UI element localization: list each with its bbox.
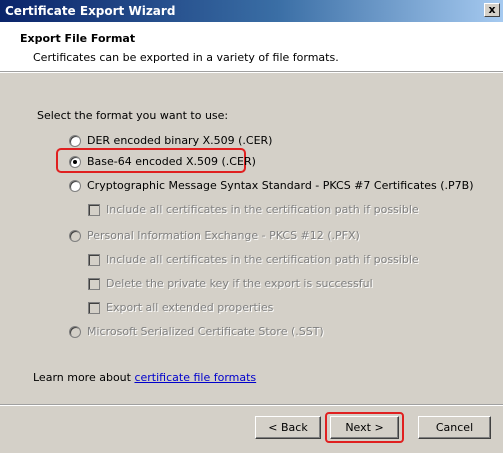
wizard-header: Export File Format Certificates can be e… xyxy=(0,22,503,72)
option-der[interactable]: DER encoded binary X.509 (.CER) xyxy=(69,134,272,147)
cancel-button[interactable]: Cancel xyxy=(418,416,491,439)
der-label: DER encoded binary X.509 (.CER) xyxy=(87,134,273,147)
option-pfx[interactable]: Personal Information Exchange - PKCS #12… xyxy=(69,229,360,242)
footer-divider xyxy=(0,404,503,406)
back-button[interactable]: < Back xyxy=(255,416,321,439)
option-pkcs7[interactable]: Cryptographic Message Syntax Standard - … xyxy=(69,179,474,192)
pkcs7-include-all-checkbox[interactable] xyxy=(88,203,100,216)
option-pfx-export-props[interactable]: Export all extended properties xyxy=(88,301,273,314)
window-title: Certificate Export Wizard xyxy=(5,4,176,18)
learn-more-prefix: Learn more about xyxy=(33,371,135,384)
der-radio[interactable] xyxy=(69,134,81,147)
learn-more-text: Learn more about certificate file format… xyxy=(33,371,256,384)
learn-more-link[interactable]: certificate file formats xyxy=(134,371,256,384)
wizard-body: Select the format you want to use: DER e… xyxy=(0,73,503,453)
close-button[interactable]: x xyxy=(484,3,500,17)
pfx-radio[interactable] xyxy=(69,229,81,242)
pkcs7-radio[interactable] xyxy=(69,179,81,192)
next-button[interactable]: Next > xyxy=(330,416,399,439)
pfx-delete-key-label: Delete the private key if the export is … xyxy=(106,277,373,290)
page-subtitle: Certificates can be exported in a variet… xyxy=(33,51,339,64)
pkcs7-label: Cryptographic Message Syntax Standard - … xyxy=(87,179,474,192)
pfx-include-all-checkbox[interactable] xyxy=(88,253,100,266)
base64-label: Base-64 encoded X.509 (.CER) xyxy=(87,155,256,168)
option-pfx-delete-key[interactable]: Delete the private key if the export is … xyxy=(88,277,373,290)
option-sst[interactable]: Microsoft Serialized Certificate Store (… xyxy=(69,325,324,338)
option-pkcs7-include-all[interactable]: Include all certificates in the certific… xyxy=(88,203,419,216)
close-icon: x xyxy=(488,3,496,16)
pkcs7-include-all-label: Include all certificates in the certific… xyxy=(106,203,419,216)
pfx-export-props-checkbox[interactable] xyxy=(88,301,100,314)
base64-radio[interactable] xyxy=(69,155,81,168)
format-prompt: Select the format you want to use: xyxy=(37,109,229,122)
pfx-label: Personal Information Exchange - PKCS #12… xyxy=(87,229,360,242)
sst-label: Microsoft Serialized Certificate Store (… xyxy=(87,325,324,338)
sst-radio[interactable] xyxy=(69,325,81,338)
pfx-export-props-label: Export all extended properties xyxy=(106,301,274,314)
option-base64[interactable]: Base-64 encoded X.509 (.CER) xyxy=(69,155,256,168)
title-bar: Certificate Export Wizard x xyxy=(0,0,503,22)
page-title: Export File Format xyxy=(20,32,136,45)
pfx-include-all-label: Include all certificates in the certific… xyxy=(106,253,419,266)
pfx-delete-key-checkbox[interactable] xyxy=(88,277,100,290)
option-pfx-include-all[interactable]: Include all certificates in the certific… xyxy=(88,253,419,266)
